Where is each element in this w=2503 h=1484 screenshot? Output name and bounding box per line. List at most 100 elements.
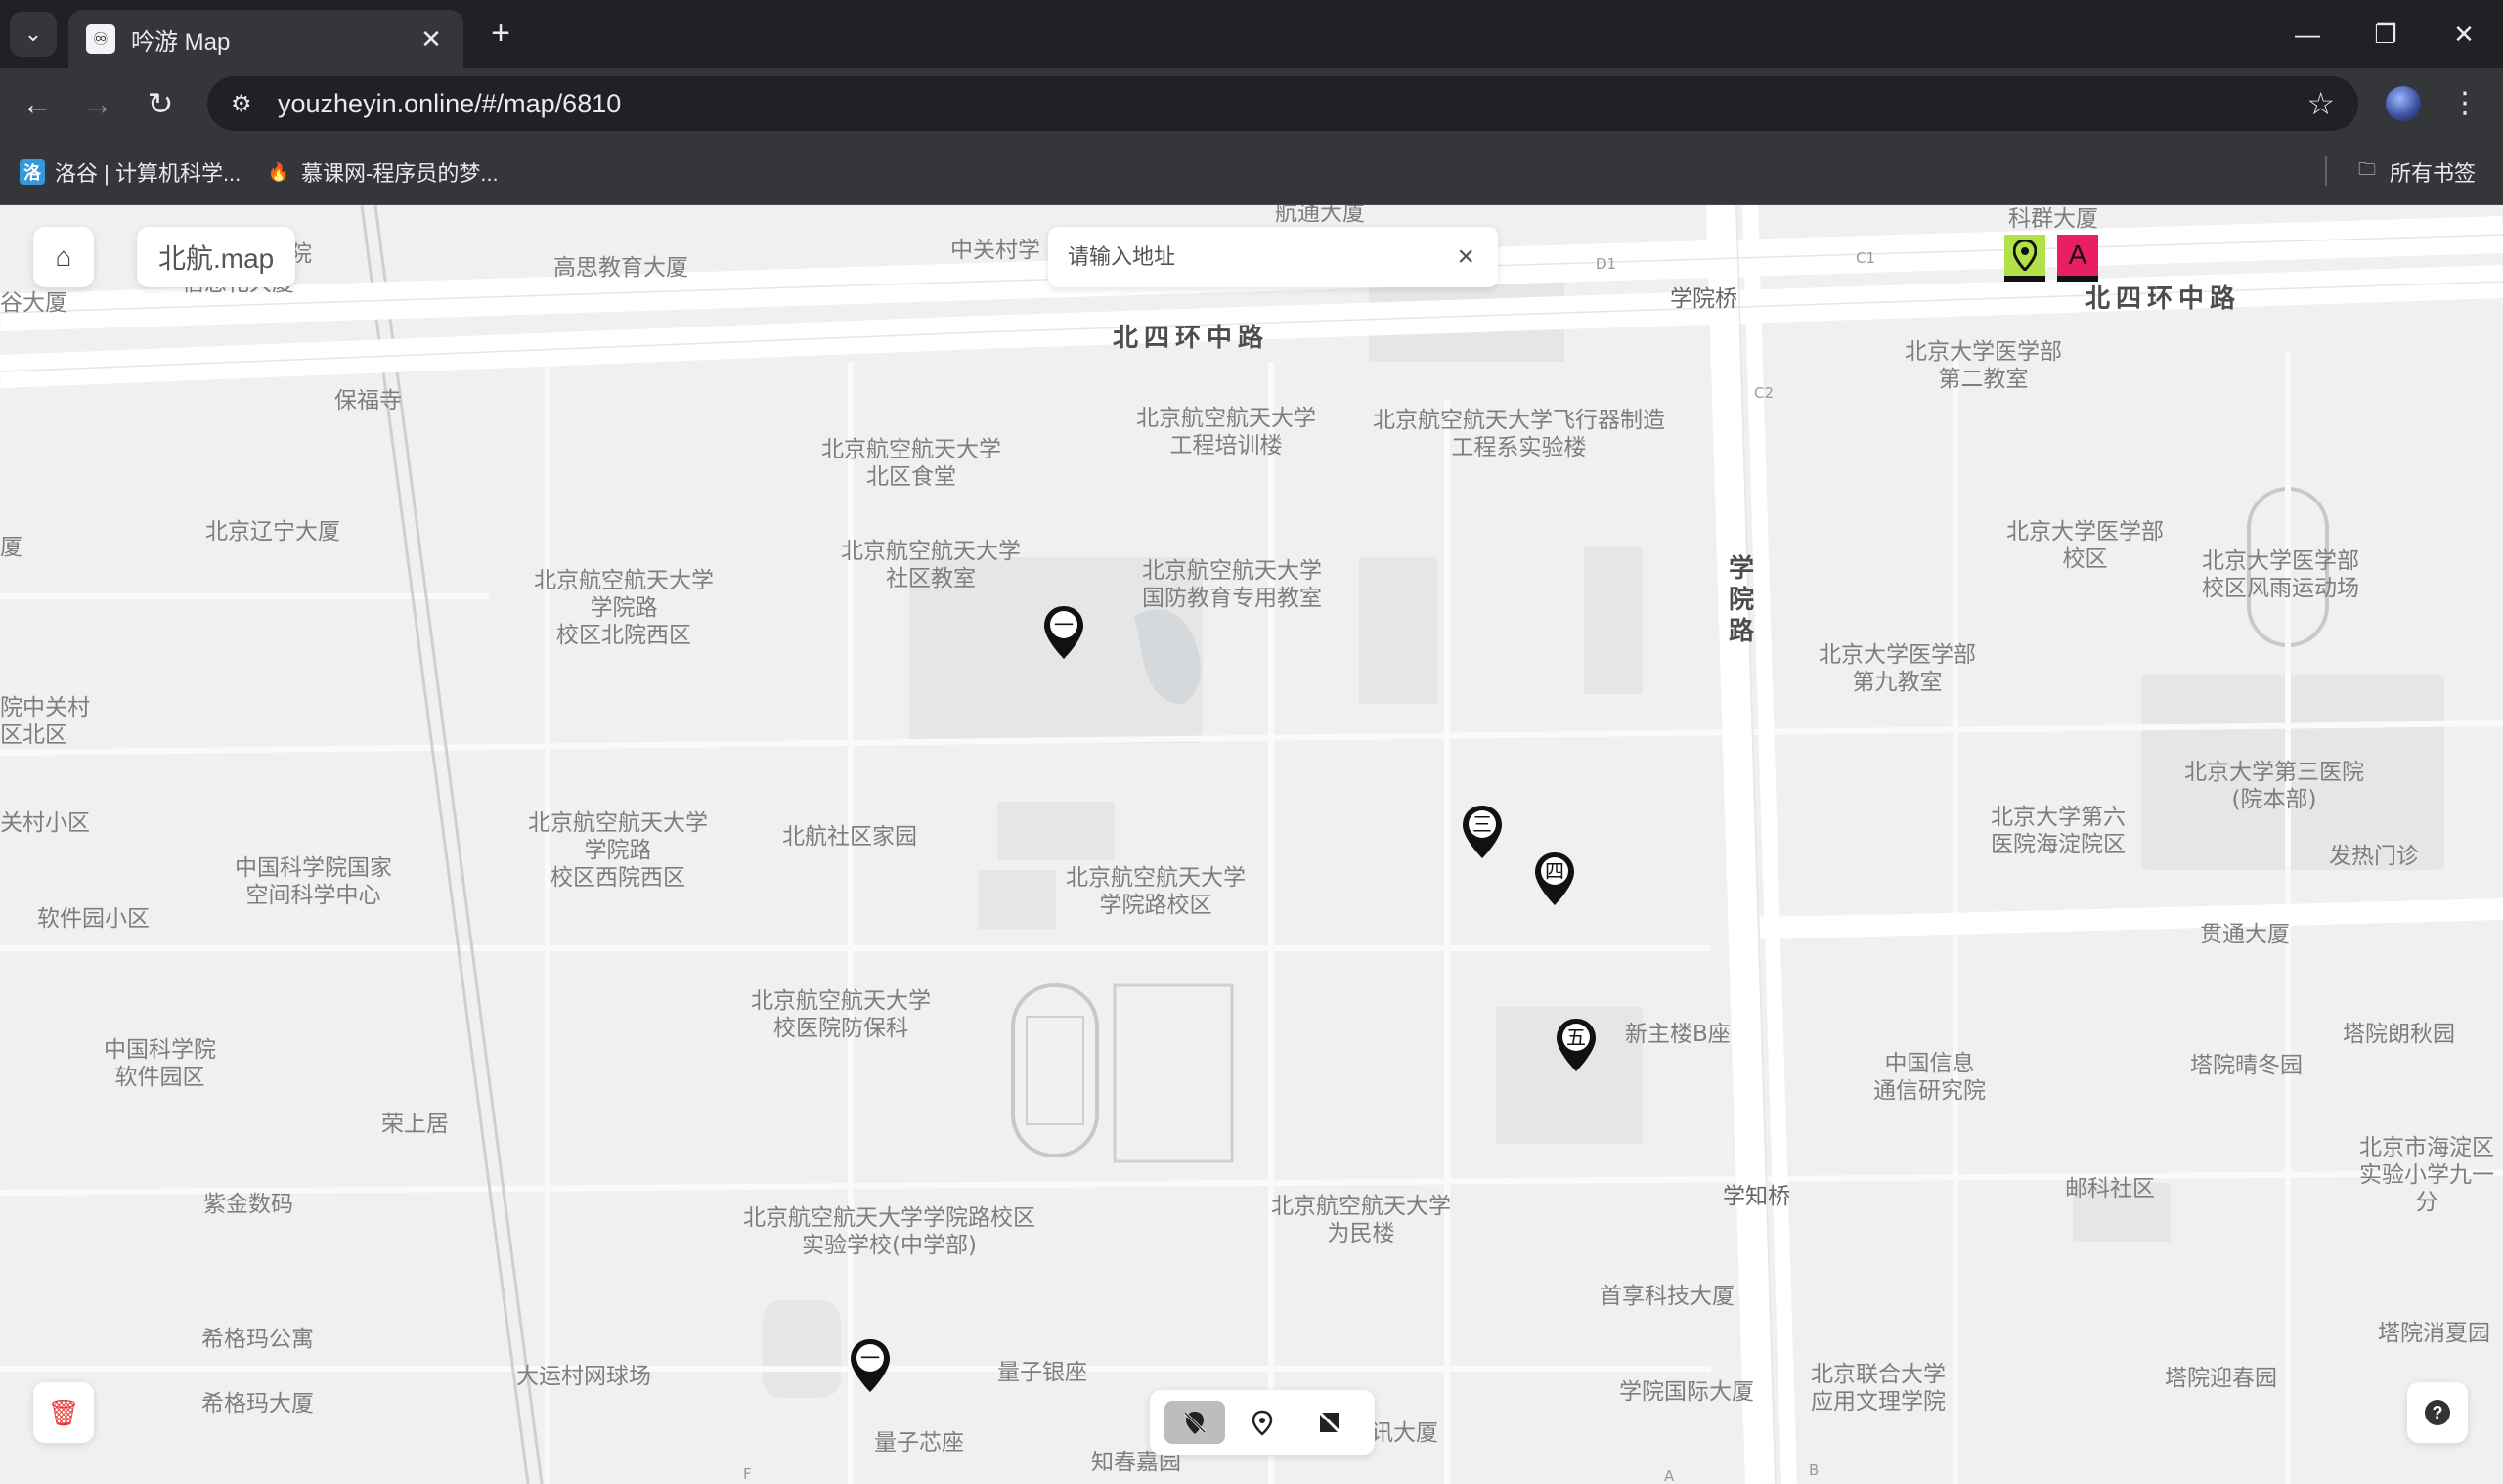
map-label: 北京航空航天大学 学院路 校区西院西区 — [528, 810, 708, 891]
hide-markers-icon[interactable] — [1164, 1401, 1226, 1444]
map-label: 塔院朗秋园 — [2343, 1022, 2455, 1047]
map-label: 邮科社区 — [2065, 1176, 2155, 1201]
address-bar[interactable]: ⚙ youzheyin.online/#/map/6810 ☆ — [207, 76, 2358, 131]
map-label: 厦 — [0, 535, 22, 560]
browser-toolbar: ← → ↻ ⚙ youzheyin.online/#/map/6810 ☆ ⋮ — [0, 68, 2503, 137]
map-label: 北京航空航天大学 工程培训楼 — [1136, 406, 1316, 458]
text-legend-icon[interactable]: A — [2057, 235, 2098, 282]
browser-tab[interactable]: ♾ 吟游 Map ✕ — [68, 10, 463, 68]
map-label: 塔院晴冬园 — [2190, 1053, 2303, 1078]
bookmark-star-icon[interactable]: ☆ — [2306, 85, 2335, 122]
tab-search-chevron-icon[interactable]: ⌄ — [10, 12, 57, 57]
map-label: 北京航空航天大学 国防教育专用教室 — [1142, 558, 1322, 611]
bookmark-luogu[interactable]: 洛 洛谷 | 计算机科学... — [20, 156, 241, 188]
all-bookmarks-label: 所有书签 — [2390, 161, 2477, 186]
delete-button[interactable]: 🗑 — [33, 1382, 94, 1443]
map-label: 北京大学第三医院 (院本部) — [2184, 760, 2364, 812]
map-label: 希格玛公寓 — [201, 1327, 314, 1352]
bridge-label: 学院桥 — [1670, 286, 1737, 312]
close-window-icon[interactable]: ✕ — [2435, 10, 2493, 59]
map-label: 北航社区家园 — [782, 824, 917, 850]
bookmark-label: 洛谷 | 计算机科学... — [55, 161, 242, 186]
url-text[interactable]: youzheyin.online/#/map/6810 — [278, 89, 2306, 119]
map-canvas[interactable]: 航通大厦 中关村学 高思教育大厦 院 信息花大厦 谷大厦 保福寺 北四环中路 北… — [0, 205, 2503, 1484]
location-marker-icon[interactable]: 四 — [1533, 851, 1576, 907]
back-arrow-icon[interactable]: ← — [16, 82, 59, 125]
reload-icon[interactable]: ↻ — [139, 82, 182, 125]
map-label: 北京航空航天大学 北区食堂 — [821, 437, 1001, 490]
map-label: 北京大学医学部 第二教室 — [1905, 339, 2062, 392]
map-label: 北京航空航天大学 学院路校区 — [1066, 865, 1246, 918]
map-label: 首享科技大厦 — [1600, 1284, 1735, 1309]
map-label: 北京大学医学部 第九教室 — [1819, 642, 1976, 695]
map-label: 中国科学院 软件园区 — [104, 1037, 216, 1090]
map-label: 中国信息 通信研究院 — [1873, 1051, 1986, 1104]
home-icon: ⌂ — [55, 241, 72, 272]
location-marker-icon[interactable]: 一 — [849, 1337, 892, 1394]
location-marker-icon[interactable]: 一 — [1042, 604, 1085, 661]
map-label: 中关村学 — [950, 238, 1040, 263]
map-label: 量子银座 — [997, 1360, 1087, 1385]
minimize-icon[interactable]: — — [2278, 10, 2337, 59]
marker-glyph: 一 — [1054, 613, 1074, 636]
map-label: 贯通大厦 — [2200, 922, 2290, 947]
map-label: 荣上居 — [381, 1112, 449, 1137]
browser-menu-icon[interactable]: ⋮ — [2450, 82, 2480, 125]
map-label: 北京航空航天大学 学院路 校区北院西区 — [534, 568, 714, 648]
map-label: 北京大学医学部 校区 — [2006, 519, 2164, 572]
bookmarks-bar: 洛 洛谷 | 计算机科学... 🔥 慕课网-程序员的梦... 🗀 所有书签 — [0, 137, 2503, 205]
map-label: 紫金数码 — [203, 1192, 293, 1217]
map-label: 谷大厦 — [0, 290, 67, 316]
map-label: 北京市海淀区 实验小学九一分 — [2359, 1135, 2494, 1215]
map-label: 学院国际大厦 — [1619, 1379, 1754, 1405]
map-label: B — [1809, 1462, 1820, 1479]
address-search-box[interactable]: × — [1048, 227, 1498, 287]
road-label: 北四环中路 — [1113, 324, 1270, 353]
map-label: 高思教育大厦 — [553, 255, 688, 281]
address-search-input[interactable] — [1068, 244, 1420, 270]
map-label: 航通大厦 — [1275, 205, 1365, 226]
map-label: C2 — [1754, 384, 1775, 402]
location-marker-icon[interactable]: 三 — [1461, 804, 1504, 860]
pin-legend-icon[interactable] — [2004, 235, 2045, 282]
map-label: 关村小区 — [0, 810, 90, 836]
help-button[interactable]: ? — [2407, 1382, 2468, 1443]
site-info-icon[interactable]: ⚙ — [231, 90, 262, 118]
new-tab-plus-icon[interactable]: + — [481, 14, 520, 53]
flame-icon: 🔥 — [267, 161, 290, 182]
map-label: 发热门诊 — [2329, 844, 2419, 869]
home-button[interactable]: ⌂ — [33, 227, 94, 287]
map-label: C1 — [1856, 249, 1876, 267]
help-icon: ? — [2425, 1400, 2450, 1425]
restore-window-icon[interactable]: ❐ — [2356, 10, 2415, 59]
browser-tab-strip: ⌄ ♾ 吟游 Map ✕ + — ❐ ✕ — [0, 0, 2503, 68]
map-label: 希格玛大厦 — [201, 1391, 314, 1417]
clear-search-icon[interactable]: × — [1457, 240, 1474, 274]
marker-glyph: 一 — [860, 1346, 880, 1370]
location-marker-icon[interactable]: 五 — [1555, 1017, 1598, 1073]
marker-glyph: 三 — [1472, 812, 1492, 836]
tab-close-icon[interactable]: ✕ — [417, 24, 446, 55]
map-label: A — [1664, 1467, 1675, 1484]
bookmark-label: 慕课网-程序员的梦... — [301, 161, 499, 186]
map-label: 北京大学医学部 校区风雨运动场 — [2202, 548, 2359, 601]
map-label: 量子芯座 — [874, 1430, 964, 1456]
map-label: 北京联合大学 应用文理学院 — [1811, 1362, 1946, 1415]
forward-arrow-icon[interactable]: → — [76, 82, 119, 125]
map-label: 北京航空航天大学 为民楼 — [1271, 1194, 1451, 1246]
add-marker-icon[interactable] — [1232, 1401, 1293, 1444]
bookmark-imooc[interactable]: 🔥 慕课网-程序员的梦... — [266, 156, 499, 188]
profile-avatar[interactable] — [2386, 86, 2421, 121]
map-label: 北京航空航天大学飞行器制造 工程系实验楼 — [1373, 408, 1665, 460]
map-label: 北京航空航天大学学院路校区 实验学校(中学部) — [743, 1205, 1035, 1258]
trash-icon: 🗑 — [47, 1397, 80, 1427]
map-label: 新主楼B座 — [1625, 1022, 1731, 1047]
map-label: F — [743, 1465, 752, 1483]
map-label: 北京大学第六 医院海淀院区 — [1991, 805, 2126, 857]
map-label: 塔院迎春园 — [2165, 1366, 2277, 1391]
all-bookmarks-folder[interactable]: 🗀 所有书签 — [2354, 156, 2476, 188]
map-label: 保福寺 — [334, 388, 402, 414]
hide-labels-icon[interactable] — [1299, 1401, 1360, 1444]
marker-glyph: 五 — [1566, 1026, 1586, 1049]
map-label: 北京航空航天大学 社区教室 — [841, 539, 1021, 591]
